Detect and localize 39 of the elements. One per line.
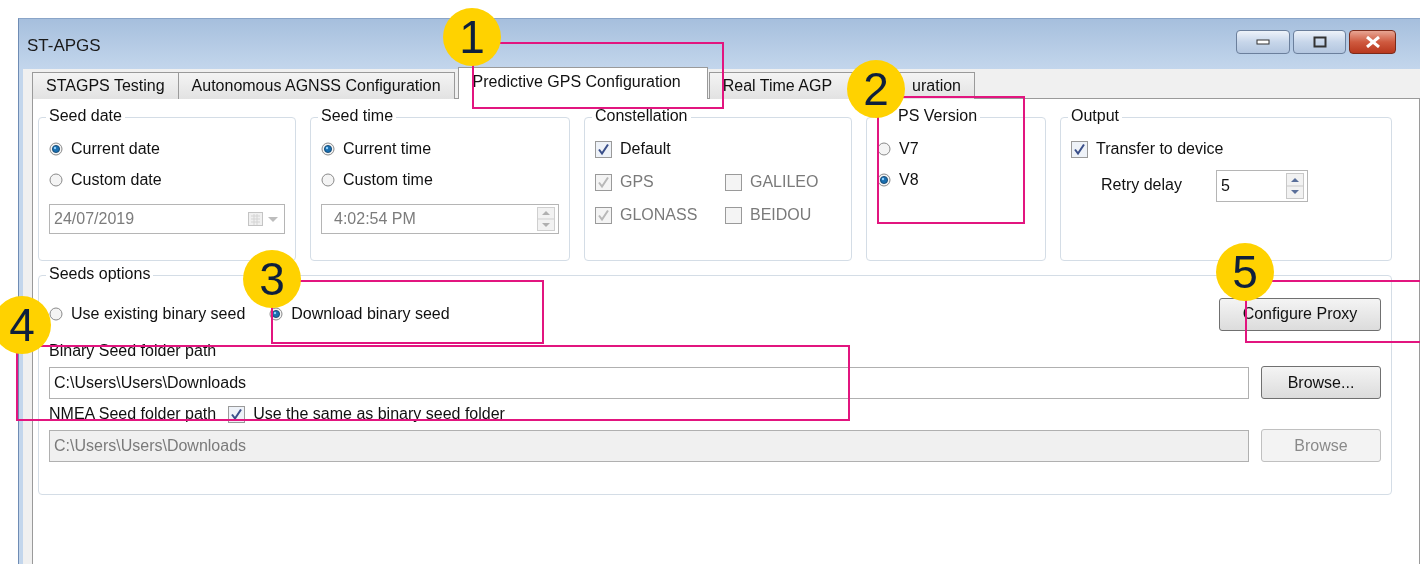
radio-button[interactable]: [321, 142, 335, 156]
number-field[interactable]: 5: [1215, 170, 1308, 202]
radio-button[interactable]: [269, 307, 284, 321]
checkbox[interactable]: [595, 140, 612, 158]
field-label: Retry delay: [1101, 176, 1182, 194]
close-button[interactable]: [1349, 30, 1396, 54]
maximize-icon: [1312, 36, 1327, 48]
checkbox-label[interactable]: Transfer to device: [1096, 140, 1224, 158]
field-label: NMEA Seed folder path: [49, 405, 217, 423]
calendar-dropdown-icon: [247, 211, 281, 227]
radio-button[interactable]: [49, 307, 63, 321]
radio-label[interactable]: Use existing binary seed: [71, 305, 246, 323]
spinner-icon: [1285, 173, 1304, 199]
radio-button[interactable]: [49, 173, 63, 187]
maximize-button[interactable]: [1293, 30, 1346, 54]
spinner-icon: [537, 207, 555, 231]
tab[interactable]: Predictive GPS Configuration: [457, 67, 708, 99]
checkbox-label[interactable]: Default: [620, 140, 671, 158]
minimize-button[interactable]: [1236, 30, 1290, 54]
radio-label[interactable]: Download binary seed: [291, 305, 450, 323]
checkbox-label[interactable]: Use the same as binary seed folder: [253, 405, 505, 423]
radio-button[interactable]: [321, 173, 335, 187]
window-title: ST-APGS: [27, 36, 101, 56]
path-field[interactable]: C:\Users\Users\Downloads: [49, 366, 1249, 399]
tab[interactable]: STAGPS Testing: [32, 72, 179, 99]
close-icon: [1364, 36, 1381, 48]
radio-button[interactable]: [49, 142, 63, 156]
radio-label[interactable]: Current date: [71, 140, 160, 158]
tab[interactable]: Autonomous AGNSS Configuration: [177, 72, 455, 99]
radio-label[interactable]: Custom date: [71, 171, 162, 189]
group-title: Output: [1068, 107, 1123, 125]
checkbox[interactable]: [1071, 140, 1088, 158]
radio-label[interactable]: Current time: [343, 140, 432, 158]
radio-label[interactable]: Custom time: [343, 171, 433, 189]
group-title: Seeds options: [46, 265, 154, 283]
radio-label[interactable]: V7: [899, 140, 919, 158]
radio-label[interactable]: V8: [899, 171, 919, 189]
browse-button[interactable]: Browse...: [1261, 366, 1381, 399]
minimize-icon: [1256, 39, 1270, 45]
